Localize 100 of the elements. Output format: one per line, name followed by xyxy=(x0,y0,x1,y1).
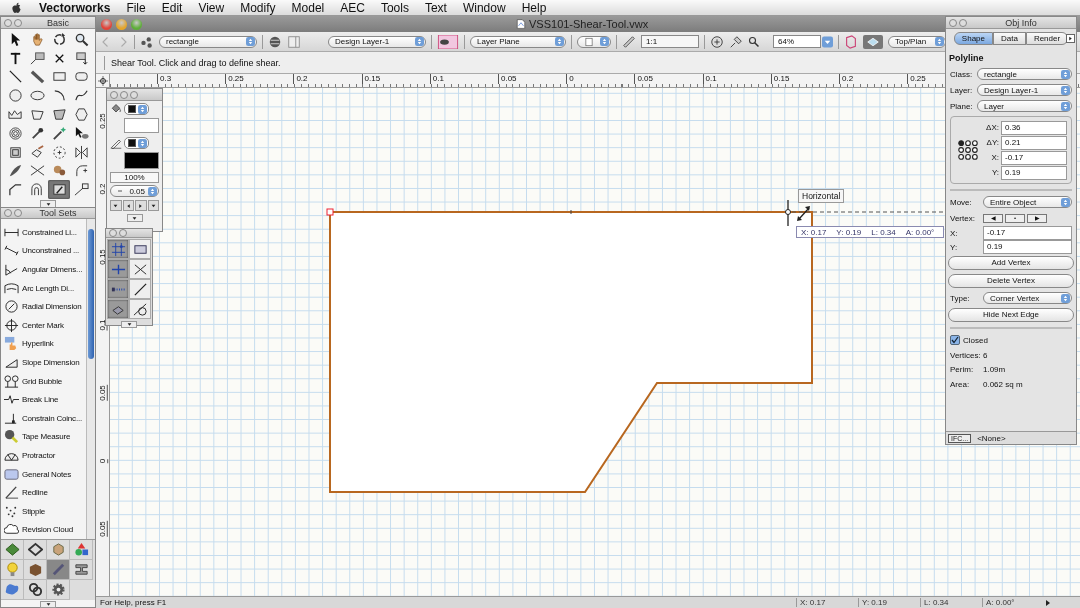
snap-label: Horizontal xyxy=(798,189,845,203)
readout-text: L: 0.34 xyxy=(871,227,896,237)
vertex-field[interactable]: -0.17 xyxy=(983,226,1072,240)
tool-item[interactable]: Hyperlink xyxy=(1,334,86,354)
readout-text: X: 0.17 xyxy=(801,227,827,237)
tool-item[interactable]: Constrained Li... xyxy=(1,223,86,242)
tool-item[interactable]: Stipple xyxy=(1,501,86,521)
class-dropdown[interactable]: rectangle xyxy=(159,35,257,48)
ruler-label: 0.25 xyxy=(225,74,244,84)
ruler-label: 0.05 xyxy=(98,521,108,537)
coordinate-field[interactable]: 0.19 xyxy=(1001,165,1067,180)
plane-dropdown[interactable]: Layer xyxy=(977,100,1072,112)
tool-item[interactable]: Protractor xyxy=(1,446,86,465)
menu-item[interactable]: Window xyxy=(462,1,506,15)
tool-item[interactable]: Revision Cloud xyxy=(1,520,86,540)
scale-field[interactable]: 1:1 xyxy=(641,35,699,48)
ruler-label: 0.3 xyxy=(157,74,172,84)
vertex-field[interactable]: 0.19 xyxy=(983,240,1072,254)
field-label: Y: xyxy=(990,168,999,177)
layer-dropdown[interactable]: Design Layer-1 xyxy=(977,84,1072,96)
vertex-type-dropdown[interactable]: Corner Vertex xyxy=(983,292,1072,304)
tab[interactable]: Render xyxy=(1025,32,1069,45)
ruler-label: 0.05 xyxy=(634,74,653,84)
tab[interactable]: Data xyxy=(993,32,1026,45)
delete-vertex-button[interactable]: Delete Vertex xyxy=(948,274,1074,288)
field-label: Move: xyxy=(950,197,973,207)
window-title: VSS101-Shear-Tool.vwx xyxy=(529,18,649,30)
app-name[interactable]: Vectorworks xyxy=(39,1,111,15)
hide-next-edge-button[interactable]: Hide Next Edge xyxy=(948,308,1074,322)
menu-item[interactable]: Tools xyxy=(380,1,409,15)
field-label: X: xyxy=(950,228,959,238)
palette-title: Obj Info xyxy=(1004,17,1038,28)
coordinate-field[interactable]: 0.36 xyxy=(1001,120,1067,135)
help-text: For Help, press F1 xyxy=(99,598,168,607)
tool-item[interactable]: Redline xyxy=(1,483,86,502)
tool-item[interactable]: Slope Dimension xyxy=(1,353,86,372)
readout-text: Y: 0.19 xyxy=(836,227,862,237)
checkbox-label: Closed xyxy=(963,335,988,345)
ruler-label: 0 xyxy=(98,458,108,464)
tool-item[interactable]: General Notes xyxy=(1,464,86,484)
ruler-label: 0.05 xyxy=(98,385,108,401)
ruler-label: 0 xyxy=(566,74,574,84)
plane-dropdown[interactable]: Layer Plane xyxy=(470,35,566,48)
ruler-label: 0.2 xyxy=(839,74,854,84)
coordinate-field[interactable]: 0.21 xyxy=(1001,135,1067,150)
field-label: Layer: xyxy=(950,85,974,95)
field-label: X: xyxy=(990,153,999,162)
menu-item[interactable]: Help xyxy=(521,1,547,15)
tool-item[interactable]: Grid Bubble xyxy=(1,371,86,391)
field-value: 1.09m xyxy=(983,365,1006,375)
tool-item[interactable]: Unconstrained ... xyxy=(1,241,86,261)
tool-item[interactable]: Center Mark xyxy=(1,315,86,335)
readout-text: A: 0.00° xyxy=(905,227,935,237)
tool-item[interactable]: Radial Dimension xyxy=(1,297,86,316)
status-readout: L: 0.34 xyxy=(920,598,982,607)
ruler-label: 0.2 xyxy=(293,74,308,84)
object-type: Polyline xyxy=(948,52,985,65)
field-label: Class: xyxy=(950,69,974,79)
ruler-label: 0.15 xyxy=(361,74,381,84)
tool-item[interactable]: Break Line xyxy=(1,390,86,409)
menu-item[interactable]: Modify xyxy=(240,1,276,15)
status-readout: Y: 0.19 xyxy=(858,598,920,607)
palette-title: Basic xyxy=(46,17,70,28)
tool-item[interactable]: Tape Measure xyxy=(1,427,86,447)
menu-item[interactable]: Model xyxy=(291,1,325,15)
class-dropdown[interactable]: rectangle xyxy=(977,68,1072,80)
zoom-field[interactable]: 64% xyxy=(773,35,821,48)
status-readout: X: 0.17 xyxy=(796,598,858,607)
tab[interactable]: Shape xyxy=(953,32,993,45)
add-vertex-button[interactable]: Add Vertex xyxy=(948,256,1074,270)
opacity-field[interactable]: 100% xyxy=(110,172,159,183)
field-label: Plane: xyxy=(950,101,974,111)
ruler-label: 0.1 xyxy=(702,74,717,84)
tool-message: Shear Tool. Click and drag to define shear. xyxy=(111,57,281,68)
status-readout: A: 0.00° xyxy=(982,598,1044,607)
field-label: Vertex: xyxy=(950,213,976,223)
tool-item[interactable]: Arc Length Di... xyxy=(1,278,86,298)
menu-item[interactable]: Text xyxy=(424,1,447,15)
field-value: 0.062 sq m xyxy=(983,379,1023,389)
tool-item[interactable]: Angular Dimens... xyxy=(1,260,86,279)
field-value: 6 xyxy=(983,350,988,360)
field-label: Y: xyxy=(950,242,959,252)
menu-item[interactable]: Edit xyxy=(161,1,183,15)
ruler-label: 0.1 xyxy=(429,74,444,84)
move-dropdown[interactable]: Entire Object xyxy=(983,196,1072,208)
menu-item[interactable]: View xyxy=(198,1,225,15)
menu-item[interactable]: AEC xyxy=(340,1,365,15)
ruler-label: 0.05 xyxy=(498,74,517,84)
field-label: Perim: xyxy=(950,365,975,375)
view-dropdown[interactable]: Top/Plan xyxy=(888,35,946,48)
coordinate-field[interactable]: -0.17 xyxy=(1001,150,1067,165)
record-value: <None> xyxy=(977,433,1006,443)
layer-dropdown[interactable]: Design Layer-1 xyxy=(328,35,426,48)
palette-title: Tool Sets xyxy=(38,208,78,218)
menu-item[interactable]: File xyxy=(126,1,146,15)
line-weight-popup[interactable]: 0.05 xyxy=(110,185,159,197)
tool-item[interactable]: Constrain Coinc... xyxy=(1,408,86,428)
ruler-label: 0.25 xyxy=(907,74,926,84)
field-label: Type: xyxy=(950,293,971,303)
field-label: ΔX: xyxy=(985,123,999,132)
